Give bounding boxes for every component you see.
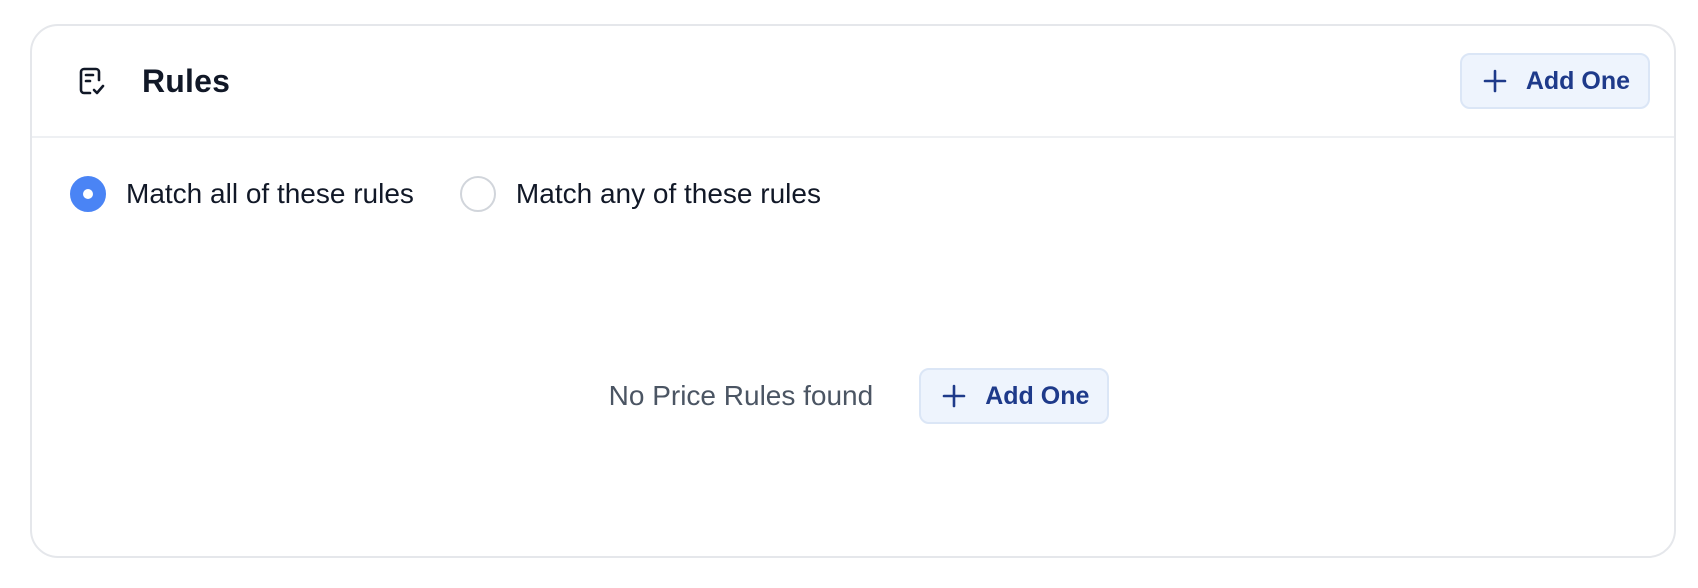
radio-label-match-all: Match all of these rules bbox=[126, 178, 414, 209]
empty-state: No Price Rules found Add One bbox=[32, 368, 1674, 424]
empty-state-message: No Price Rules found bbox=[608, 380, 874, 411]
match-mode-radio-group: Match all of these rules Match any of th… bbox=[70, 176, 867, 212]
plus-icon bbox=[1482, 68, 1508, 94]
clipboard-check-icon bbox=[76, 65, 108, 97]
radio-option-match-any[interactable]: Match any of these rules bbox=[459, 176, 821, 212]
card-body: Match all of these rules Match any of th… bbox=[32, 138, 1674, 558]
add-rule-button-label: Add One bbox=[1525, 66, 1630, 95]
radio-label-match-any: Match any of these rules bbox=[515, 178, 821, 209]
radio-option-match-all[interactable]: Match all of these rules bbox=[70, 176, 414, 212]
empty-state-add-button-label: Add One bbox=[985, 381, 1090, 410]
rules-card: Rules Add One Match all of these rules M… bbox=[30, 24, 1676, 558]
radio-button-match-any[interactable] bbox=[459, 176, 496, 212]
plus-icon bbox=[941, 383, 967, 409]
add-rule-button[interactable]: Add One bbox=[1459, 53, 1650, 109]
radio-button-match-all[interactable] bbox=[70, 176, 106, 212]
empty-state-add-button[interactable]: Add One bbox=[919, 368, 1110, 424]
page-title: Rules bbox=[142, 62, 231, 99]
card-header: Rules Add One bbox=[32, 26, 1674, 138]
